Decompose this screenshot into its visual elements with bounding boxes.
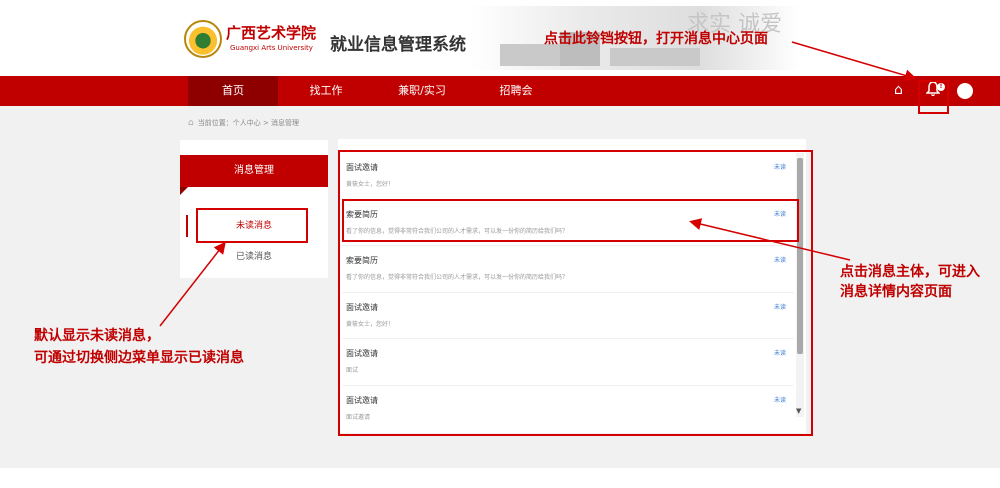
nav-item-parttime[interactable]: 兼职/实习 — [384, 76, 460, 106]
school-name: 广西艺术学院 — [226, 24, 317, 42]
nav-item-jobfair[interactable]: 招聘会 — [484, 76, 548, 106]
sidebar-title: 消息管理 — [180, 155, 328, 187]
sidebar-active-indicator — [186, 215, 188, 237]
annotation-unread-highlight — [196, 208, 308, 243]
annotation-item-tip-line2: 消息详情内容页面 — [840, 284, 952, 300]
breadcrumb: ⌂ 当前位置：个人中心 > 消息管理 — [188, 118, 299, 128]
annotation-bell-tip: 点击此铃铛按钮，打开消息中心页面 — [544, 31, 768, 47]
annotation-bell-highlight — [918, 80, 949, 114]
main-nav: 首页 找工作 兼职/实习 招聘会 ⌂ — [0, 76, 1000, 106]
home-icon[interactable]: ⌂ — [894, 82, 903, 98]
breadcrumb-text: 当前位置：个人中心 > 消息管理 — [197, 119, 300, 127]
annotation-sidebar-tip-line2: 可通过切换侧边菜单显示已读消息 — [34, 350, 244, 366]
nav-item-jobs[interactable]: 找工作 — [290, 76, 362, 106]
annotation-item-tip-line1: 点击消息主体，可进入 — [840, 264, 980, 280]
annotation-sidebar-tip: 默认显示未读消息， 可通过切换侧边菜单显示已读消息 — [34, 325, 274, 369]
building-silhouette — [610, 48, 700, 66]
school-logo-icon — [184, 20, 222, 58]
school-name-en: Guangxi Arts University — [230, 44, 313, 52]
site-header: 求实 诚爱 广西艺术学院 Guangxi Arts University 就业信… — [0, 0, 1000, 76]
nav-item-home[interactable]: 首页 — [188, 76, 278, 106]
avatar-icon[interactable] — [957, 83, 973, 99]
system-title: 就业信息管理系统 — [330, 35, 466, 55]
sidebar-item-read[interactable]: 已读消息 — [190, 247, 318, 267]
annotation-item-highlight — [342, 199, 799, 242]
annotation-item-tip: 点击消息主体，可进入 消息详情内容页面 — [840, 262, 1000, 302]
footer-strip — [0, 468, 1000, 488]
annotation-sidebar-tip-line1: 默认显示未读消息， — [34, 328, 160, 344]
breadcrumb-home-icon: ⌂ — [188, 118, 194, 128]
annotation-list-highlight — [338, 150, 813, 436]
sidebar-title-fold — [180, 187, 188, 195]
